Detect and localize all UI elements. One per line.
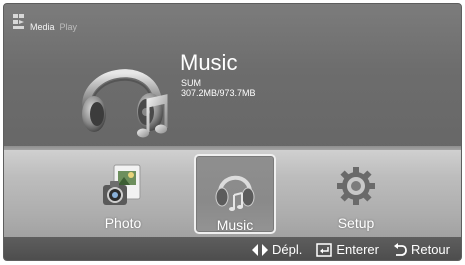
menu-item-label: Photo bbox=[104, 215, 142, 231]
media-play-screen: Media Play Music SUM 307.2MB/973.7MB Pho… bbox=[3, 3, 462, 261]
hint-enter-label: Enterer bbox=[336, 242, 379, 257]
hint-return: Retour bbox=[393, 242, 450, 257]
page-title: Music bbox=[180, 50, 238, 75]
gear-icon bbox=[337, 167, 375, 205]
menu-item-music[interactable]: Music bbox=[194, 154, 276, 234]
hint-enter: Enterer bbox=[316, 242, 379, 257]
hint-move-label: Dépl. bbox=[271, 242, 303, 257]
brand: Media Play bbox=[13, 12, 77, 32]
menu-item-label: Setup bbox=[337, 215, 375, 231]
brand-play: Play bbox=[59, 22, 78, 32]
media-play-logo-icon bbox=[13, 14, 24, 29]
info-panel: Media Play Music SUM 307.2MB/973.7MB bbox=[4, 4, 461, 150]
menu-item-photo[interactable]: Photo bbox=[82, 154, 164, 234]
headphones-icon bbox=[215, 175, 255, 211]
brand-media: Media bbox=[30, 22, 55, 32]
storage-usage: 307.2MB/973.7MB bbox=[181, 88, 256, 98]
left-right-arrows-icon bbox=[251, 243, 268, 256]
menu-band: Photo Music Setup bbox=[4, 150, 461, 237]
headphones-large-icon bbox=[81, 69, 168, 138]
hint-move: Dépl. bbox=[251, 242, 303, 257]
menu-item-setup[interactable]: Setup bbox=[315, 154, 397, 234]
device-name: SUM bbox=[181, 78, 201, 88]
hint-bar: Dépl. Enterer Retour bbox=[4, 237, 461, 260]
hint-return-label: Retour bbox=[410, 242, 450, 257]
return-icon bbox=[393, 242, 407, 256]
photo-icon bbox=[103, 164, 141, 205]
menu-item-label: Music bbox=[216, 217, 254, 233]
enter-icon bbox=[316, 242, 333, 257]
